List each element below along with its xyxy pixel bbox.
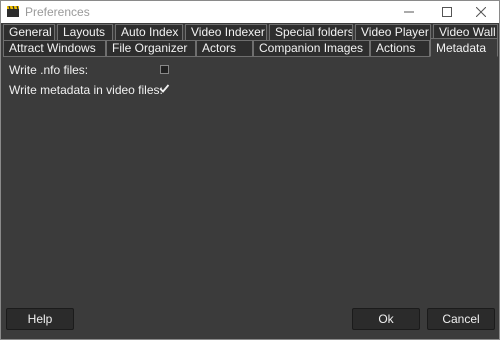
write-metadata-label: Write metadata in video files: (9, 83, 163, 97)
tab-bar: General Layouts Auto Index Video Indexer… (3, 24, 498, 57)
minimize-icon (404, 11, 414, 13)
tab-video-player[interactable]: Video Player (355, 24, 431, 41)
tab-metadata[interactable]: Metadata (430, 38, 498, 57)
write-nfo-checkbox[interactable] (160, 65, 169, 74)
metadata-panel: Write .nfo files: Write metadata in vide… (3, 57, 498, 303)
tab-special-folders[interactable]: Special folders (269, 24, 353, 41)
window-title: Preferences (25, 5, 90, 19)
write-metadata-checkbox[interactable] (158, 82, 170, 94)
close-button[interactable] (459, 1, 500, 23)
close-icon (476, 7, 486, 17)
preferences-window: Preferences General Layouts Auto Index V… (0, 0, 500, 340)
maximize-icon (442, 7, 452, 17)
help-button[interactable]: Help (6, 308, 74, 330)
tab-layouts[interactable]: Layouts (57, 24, 113, 41)
tab-video-indexer[interactable]: Video Indexer (185, 24, 267, 41)
tab-file-organizer[interactable]: File Organizer (106, 40, 196, 57)
tab-attract-windows[interactable]: Attract Windows (3, 40, 106, 57)
clapperboard-icon (7, 6, 19, 17)
tab-companion-images[interactable]: Companion Images (253, 40, 370, 57)
cancel-button[interactable]: Cancel (427, 308, 495, 330)
tab-actions[interactable]: Actions (370, 40, 430, 57)
tab-actors[interactable]: Actors (196, 40, 253, 57)
tab-general[interactable]: General (3, 24, 55, 41)
tab-auto-index[interactable]: Auto Index (115, 24, 183, 41)
ok-button[interactable]: Ok (352, 308, 420, 330)
title-bar: Preferences (1, 1, 499, 23)
write-nfo-label: Write .nfo files: (9, 63, 89, 77)
